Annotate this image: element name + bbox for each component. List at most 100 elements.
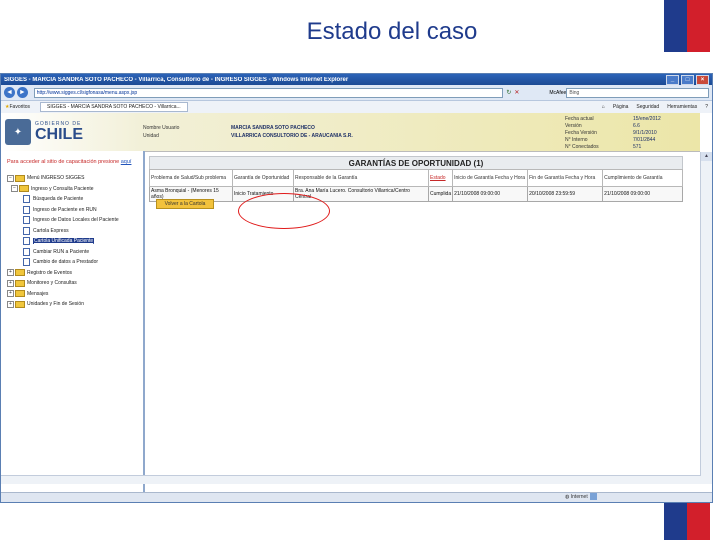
expand-icon[interactable]: + [7, 269, 14, 277]
status-zone-text: Internet [570, 494, 588, 500]
mcafee-label[interactable]: McAfee [549, 90, 566, 96]
sidebar-item-label: Cartola Express [33, 227, 69, 234]
favorites-button[interactable]: Favoritos [9, 104, 30, 110]
highlight-annotation-circle [238, 193, 330, 229]
column-header-sortable[interactable]: Estado [427, 169, 454, 187]
page-icon [23, 258, 30, 267]
scroll-up-icon[interactable]: ▲ [701, 152, 712, 161]
current-date-value: 15/ene/2012 [633, 116, 661, 122]
stop-icon[interactable]: ✕ [514, 89, 519, 96]
training-site-link[interactable]: aquí [121, 159, 132, 165]
browser-window: SIGGES - MARCIA SANDRA SOTO PACHECO - Vi… [0, 73, 713, 503]
window-title: SIGGES - MARCIA SANDRA SOTO PACHECO - Vi… [4, 76, 349, 83]
sidebar-item-datos-locales[interactable]: Ingreso de Datos Locales del Paciente [1, 215, 143, 226]
page-icon [23, 247, 30, 256]
back-arrow-icon[interactable]: ◄ [4, 87, 15, 98]
toolbar-home-icon[interactable]: ⌂ [602, 104, 605, 110]
menu-tree: − Menú INGRESO SIGGES − Ingreso y Consul… [1, 173, 143, 310]
connected-count-label: N° Conectados [565, 144, 599, 150]
version-date-label: Fecha Versión [565, 130, 597, 136]
internal-number-label: N° Interno [565, 137, 588, 143]
table-row[interactable]: Asma Bronquial - (Menores 15 años) Inici… [149, 186, 683, 202]
folder-icon [15, 269, 25, 277]
training-site-text: Para acceder al sitio de capacitación pr… [7, 159, 120, 165]
government-logo: ✦ GOBIERNO DE CHILE [5, 116, 125, 148]
expand-icon[interactable]: + [7, 300, 14, 308]
page-icon [23, 216, 30, 225]
sidebar-item-busqueda[interactable]: Búsqueda de Paciente [1, 194, 143, 205]
toolbar-item-page[interactable]: Página [613, 104, 629, 110]
flag-decoration-bottom [664, 503, 710, 540]
protected-mode-icon [590, 493, 598, 501]
logo-big-text: CHILE [35, 126, 83, 143]
collapse-icon[interactable]: − [11, 185, 18, 193]
sidebar-item-label: Ingreso de Datos Locales del Paciente [33, 217, 119, 224]
training-site-notice: Para acceder al sitio de capacitación pr… [7, 159, 143, 165]
table-cell: 20/10/2008 23:59:59 [527, 186, 604, 202]
page-icon [23, 237, 30, 246]
sidebar-menu: Para acceder al sitio de capacitación pr… [1, 151, 145, 493]
table-cell: 21/10/2008 09:00:00 [602, 186, 683, 202]
sidebar-item-registro-eventos[interactable]: + Registro de Eventos [1, 268, 143, 279]
column-header: Cumplimiento de Garantía [602, 169, 683, 187]
toolbar-item-security[interactable]: Seguridad [636, 104, 659, 110]
sidebar-item-cambio-prestador[interactable]: Cambio de datos a Prestador [1, 257, 143, 268]
sidebar-item-monitoreo[interactable]: + Monitoreo y Consultas [1, 278, 143, 289]
folder-icon [15, 300, 25, 308]
expand-icon[interactable]: + [7, 279, 14, 287]
flag-decoration-top [664, 0, 710, 52]
horizontal-scrollbar[interactable] [1, 475, 701, 484]
sidebar-item-label: Ingreso de Paciente en RUN [33, 206, 97, 213]
refresh-icon[interactable]: ↻ [506, 89, 511, 96]
main-panel: GARANTÍAS DE OPORTUNIDAD (1) Problema de… [145, 151, 700, 493]
sidebar-item-unidades-sesion[interactable]: + Unidades y Fin de Sesión [1, 299, 143, 310]
vertical-scrollbar[interactable]: ▲ [700, 152, 712, 484]
user-name-label: Nombre Usuario [143, 125, 180, 131]
sidebar-item-ingreso-consulta[interactable]: − Ingreso y Consulta Paciente [1, 184, 143, 195]
sidebar-item-label: Búsqueda de Paciente [33, 196, 84, 203]
column-header: Inicio de Garantía Fecha y Hora [452, 169, 529, 187]
unit-value: VILLARRICA CONSULTORIO DE - ARAUCANIA S.… [231, 133, 353, 139]
page-content: ✦ GOBIERNO DE CHILE Nombre Usuario Unida… [1, 113, 712, 493]
url-input[interactable]: http://www.sigges.cl/sigfonasa/menu.aspx… [33, 87, 504, 98]
sidebar-item-label: Mensajes [27, 290, 49, 297]
coat-of-arms-icon: ✦ [5, 119, 31, 145]
version-value: 6.6 [633, 123, 640, 129]
menu-root-label: Menú INGRESO SIGGES [27, 175, 85, 182]
sidebar-item-ingreso-run[interactable]: Ingreso de Paciente en RUN [1, 205, 143, 216]
expand-icon[interactable]: + [7, 290, 14, 298]
sidebar-item-label: Monitoreo y Consultas [27, 280, 77, 287]
globe-icon: ◍ [565, 494, 570, 500]
address-bar: ◄ ► http://www.sigges.cl/sigfonasa/menu.… [1, 85, 712, 101]
browser-tab[interactable]: SIGGES - MARCIA SANDRA SOTO PACHECO - Vi… [40, 102, 188, 112]
folder-icon [19, 185, 29, 193]
sidebar-item-cartola-express[interactable]: Cartola Express [1, 226, 143, 237]
column-header: Fin de Garantía Fecha y Hora [527, 169, 604, 187]
help-icon[interactable]: ? [705, 104, 708, 110]
forward-arrow-icon[interactable]: ► [16, 87, 28, 98]
guarantees-table: Problema de Salud/Sub problema Garantía … [149, 169, 683, 202]
table-cell: 21/10/2008 09:00:00 [452, 186, 529, 202]
folder-icon [15, 279, 25, 287]
sidebar-item-cartola-unificada[interactable]: Cartola Unificada Paciente [1, 236, 143, 247]
sidebar-item-label: Registro de Eventos [27, 269, 73, 276]
search-input[interactable]: Bing [566, 87, 709, 98]
menu-root[interactable]: − Menú INGRESO SIGGES [1, 173, 143, 184]
slide-title: Estado del caso [306, 18, 478, 45]
minimize-button[interactable]: _ [666, 74, 679, 85]
maximize-button[interactable]: □ [681, 74, 694, 85]
internal-number-value: 7/01/2844 [633, 137, 656, 143]
version-label: Versión [565, 123, 582, 129]
sidebar-item-cambiar-run[interactable]: Cambiar RUN a Paciente [1, 247, 143, 258]
page-icon [23, 205, 30, 214]
back-to-cartola-button[interactable]: Volver a la Cartola [156, 199, 214, 209]
collapse-icon[interactable]: − [7, 174, 14, 182]
toolbar-item-tools[interactable]: Herramientas [667, 104, 697, 110]
folder-icon [15, 290, 25, 298]
sidebar-item-mensajes[interactable]: + Mensajes [1, 289, 143, 300]
column-header: Responsable de la Garantía [293, 169, 429, 187]
close-button[interactable]: × [696, 74, 709, 85]
folder-icon [15, 174, 25, 182]
table-cell: Cumplida [427, 186, 454, 202]
table-header-row: Problema de Salud/Sub problema Garantía … [149, 169, 683, 187]
